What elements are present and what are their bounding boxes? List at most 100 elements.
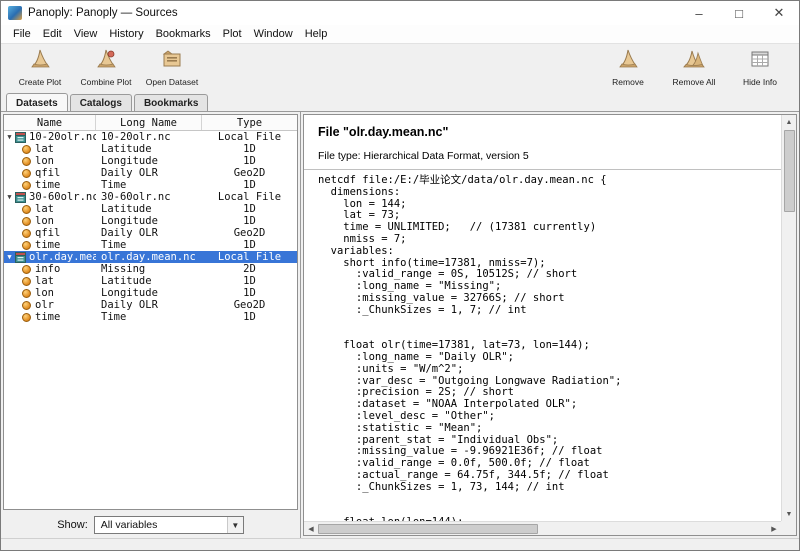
tree-row[interactable]: ▼ qfil Daily OLR Geo2D: [4, 167, 297, 179]
tree-row[interactable]: ▼ lat Latitude 1D: [4, 143, 297, 155]
menu-view[interactable]: View: [68, 26, 104, 42]
minimize-button[interactable]: –: [679, 1, 719, 25]
tree-row-type: 1D: [202, 287, 297, 299]
tree-row[interactable]: ▼ lat Latitude 1D: [4, 275, 297, 287]
create-plot-button[interactable]: Create Plot: [11, 47, 69, 87]
row-indent: [15, 149, 22, 150]
tree-row[interactable]: ▼ 30-60olr.nc 30-60olr.nc Local File: [4, 191, 297, 203]
show-variables-select[interactable]: All variables ▼: [94, 516, 244, 534]
hide-info-icon: [748, 47, 772, 76]
tree-row[interactable]: ▼ qfil Daily OLR Geo2D: [4, 227, 297, 239]
menu-file[interactable]: File: [7, 26, 37, 42]
combine-plot-label: Combine Plot: [80, 77, 131, 87]
variable-icon: [22, 301, 31, 310]
main-area: Name Long Name Type ▼ 10-20olr.nc 10-20o…: [1, 111, 799, 538]
tree-row-name: time: [35, 239, 60, 251]
remove-all-label: Remove All: [673, 77, 716, 87]
window-bottom-edge: [1, 538, 799, 550]
scroll-left-icon[interactable]: ◀: [304, 522, 318, 535]
tree-row-name: lat: [35, 275, 54, 287]
show-variables-value: All variables: [95, 519, 227, 531]
open-dataset-button[interactable]: Open Dataset: [143, 47, 201, 87]
row-indent: [15, 233, 22, 234]
menu-bar: File Edit View History Bookmarks Plot Wi…: [1, 25, 799, 44]
tree-row-type: 1D: [202, 143, 297, 155]
tree-row-longname: Time: [96, 179, 202, 191]
tree-row[interactable]: ▼ time Time 1D: [4, 179, 297, 191]
tree-row-name: info: [35, 263, 60, 275]
menu-history[interactable]: History: [103, 26, 149, 42]
menu-help[interactable]: Help: [299, 26, 334, 42]
tree-row-longname: Latitude: [96, 203, 202, 215]
tree-row[interactable]: ▼ time Time 1D: [4, 239, 297, 251]
tree-row-longname: Latitude: [96, 143, 202, 155]
dataset-icon: [15, 192, 26, 203]
scroll-down-icon[interactable]: ▼: [782, 507, 796, 521]
menu-edit[interactable]: Edit: [37, 26, 68, 42]
tree-row-longname: Longitude: [96, 155, 202, 167]
scrollbar-corner: [781, 521, 796, 535]
column-header-type[interactable]: Type: [202, 115, 297, 130]
row-indent: [15, 185, 22, 186]
variable-icon: [22, 181, 31, 190]
tree-row[interactable]: ▼ info Missing 2D: [4, 263, 297, 275]
tree-row[interactable]: ▼ time Time 1D: [4, 311, 297, 323]
horizontal-scrollbar[interactable]: ◀ ▶: [304, 521, 781, 535]
vertical-scrollbar-thumb[interactable]: [784, 130, 795, 212]
variable-icon: [22, 205, 31, 214]
dataset-icon: [15, 132, 26, 143]
info-panel: File "olr.day.mean.nc" File type: Hierar…: [303, 114, 797, 536]
horizontal-scrollbar-thumb[interactable]: [318, 524, 538, 534]
show-bar: Show: All variables ▼: [1, 512, 300, 538]
expander-icon[interactable]: ▼: [4, 131, 15, 143]
remove-button[interactable]: Remove: [599, 47, 657, 87]
menu-bookmarks[interactable]: Bookmarks: [150, 26, 217, 42]
expander-icon[interactable]: ▼: [4, 191, 15, 203]
tree-row[interactable]: ▼ 10-20olr.nc 10-20olr.nc Local File: [4, 131, 297, 143]
hide-info-button[interactable]: Hide Info: [731, 47, 789, 87]
variable-icon: [22, 265, 31, 274]
column-header-name[interactable]: Name: [4, 115, 96, 130]
tab-bookmarks[interactable]: Bookmarks: [134, 94, 208, 111]
scroll-right-icon[interactable]: ▶: [767, 522, 781, 535]
tree-row-type: Local File: [202, 131, 297, 143]
scroll-up-icon[interactable]: ▲: [782, 115, 796, 129]
window-title: Panoply: Panoply — Sources: [28, 7, 178, 19]
tree-row-name: olr.day.mea...: [29, 251, 96, 263]
tree-row-type: 1D: [202, 179, 297, 191]
vertical-scrollbar[interactable]: ▲ ▼: [781, 115, 796, 521]
tree-row[interactable]: ▼ olr.day.mea... olr.day.mean.nc Local F…: [4, 251, 297, 263]
close-button[interactable]: ✕: [759, 1, 799, 25]
tree-row-longname: 10-20olr.nc: [96, 131, 202, 143]
row-indent: [15, 281, 22, 282]
remove-label: Remove: [612, 77, 644, 87]
combine-plot-button[interactable]: Combine Plot: [77, 47, 135, 87]
row-indent: [15, 173, 22, 174]
tree-row-name: lon: [35, 215, 54, 227]
tree-row-type: 1D: [202, 239, 297, 251]
menu-plot[interactable]: Plot: [217, 26, 248, 42]
open-dataset-icon: [160, 47, 184, 76]
tree-row[interactable]: ▼ lon Longitude 1D: [4, 287, 297, 299]
tree-row[interactable]: ▼ lon Longitude 1D: [4, 155, 297, 167]
hide-info-label: Hide Info: [743, 77, 777, 87]
tree-row[interactable]: ▼ lon Longitude 1D: [4, 215, 297, 227]
tree-row-name: qfil: [35, 227, 60, 239]
tree-row-longname: Daily OLR: [96, 227, 202, 239]
tree-row-longname: Time: [96, 239, 202, 251]
tab-catalogs[interactable]: Catalogs: [70, 94, 132, 111]
tree-row-name: lat: [35, 143, 54, 155]
maximize-button[interactable]: □: [719, 1, 759, 25]
tab-datasets[interactable]: Datasets: [6, 93, 68, 111]
tree-row[interactable]: ▼ olr Daily OLR Geo2D: [4, 299, 297, 311]
row-indent: [15, 209, 22, 210]
tree-row[interactable]: ▼ lat Latitude 1D: [4, 203, 297, 215]
expander-icon[interactable]: ▼: [4, 251, 15, 263]
remove-all-button[interactable]: Remove All: [665, 47, 723, 87]
column-header-longname[interactable]: Long Name: [96, 115, 202, 130]
tree-row-name: qfil: [35, 167, 60, 179]
tree-header: Name Long Name Type: [4, 115, 297, 131]
menu-window[interactable]: Window: [248, 26, 299, 42]
dataset-icon: [15, 252, 26, 263]
app-icon: [8, 6, 22, 20]
